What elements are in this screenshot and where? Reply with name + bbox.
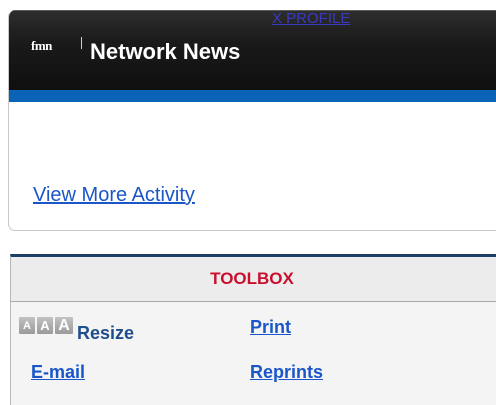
- toolbox-header: TOOLBOX: [11, 257, 496, 302]
- resize-label: Resize: [77, 323, 135, 343]
- print-link[interactable]: Print: [250, 317, 291, 338]
- page: fmn Network News X PROFILE View More Act…: [0, 0, 496, 405]
- text-size-small-button[interactable]: A: [19, 317, 35, 334]
- toolbox-title: TOOLBOX: [210, 269, 294, 288]
- network-news-title: Network News: [90, 39, 241, 64]
- fmn-logo-icon: fmn: [31, 38, 52, 53]
- reprints-link[interactable]: Reprints: [250, 362, 323, 383]
- toolbox-panel: TOOLBOX A A A Resize Print E-mail Reprin…: [10, 254, 496, 405]
- text-size-medium-button[interactable]: A: [37, 317, 53, 334]
- text-size-aaa-icon[interactable]: A A A: [19, 317, 73, 334]
- profile-link[interactable]: X PROFILE: [272, 10, 350, 27]
- network-news-widget: fmn Network News X PROFILE View More Act…: [8, 10, 496, 231]
- view-more-activity-link[interactable]: View More Activity: [33, 184, 195, 207]
- network-news-header: fmn Network News X PROFILE: [9, 10, 496, 90]
- header-top-line: [9, 10, 496, 11]
- email-link[interactable]: E-mail: [31, 362, 85, 383]
- accent-blue-bar: [9, 90, 496, 102]
- logo-divider: [81, 37, 82, 49]
- text-size-large-button[interactable]: A: [55, 317, 73, 334]
- toolbox-body: A A A Resize Print E-mail Reprints: [11, 302, 496, 405]
